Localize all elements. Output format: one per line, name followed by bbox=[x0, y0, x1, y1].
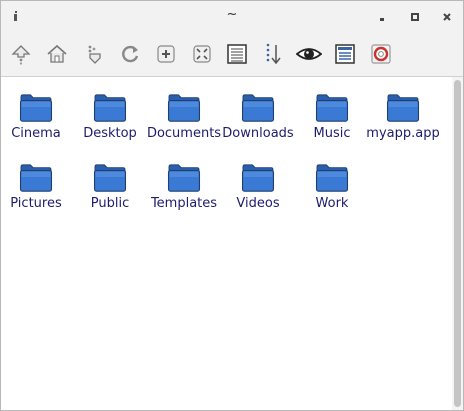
folder-icon bbox=[19, 94, 53, 122]
folder-item[interactable]: Videos bbox=[221, 147, 295, 211]
goto-button[interactable] bbox=[80, 40, 108, 68]
zoom-in-button[interactable] bbox=[152, 40, 180, 68]
folder-icon bbox=[386, 94, 420, 122]
folder-icon bbox=[315, 164, 349, 192]
folder-label: Templates bbox=[150, 196, 218, 211]
reload-icon bbox=[122, 45, 139, 63]
toolbar bbox=[1, 33, 463, 77]
file-manager-window: ~ Cinema Desktop Documents Downloads Mus… bbox=[0, 0, 464, 411]
show-hidden-button[interactable] bbox=[295, 40, 323, 68]
folder-icon bbox=[167, 164, 201, 192]
sort-icon bbox=[266, 43, 281, 65]
help-button[interactable] bbox=[367, 40, 395, 68]
folder-icon bbox=[241, 164, 275, 192]
folder-label: Work bbox=[315, 196, 349, 211]
home-button[interactable] bbox=[43, 40, 71, 68]
up-icon bbox=[11, 45, 31, 65]
home-icon bbox=[47, 44, 67, 63]
scrollbar-thumb[interactable] bbox=[454, 80, 461, 407]
folder-item[interactable]: Desktop bbox=[73, 77, 147, 141]
folder-item[interactable]: Public bbox=[73, 147, 147, 211]
folder-label: Pictures bbox=[10, 196, 62, 211]
up-button[interactable] bbox=[7, 40, 35, 68]
file-view[interactable]: Cinema Desktop Documents Downloads Music bbox=[1, 77, 463, 410]
zoom-fit-button[interactable] bbox=[188, 40, 216, 68]
folder-icon bbox=[315, 94, 349, 122]
folder-icon bbox=[241, 94, 275, 122]
folder-label: Videos bbox=[236, 196, 280, 211]
folder-label: Public bbox=[90, 196, 130, 211]
sort-button[interactable] bbox=[259, 40, 287, 68]
folder-icon bbox=[167, 94, 201, 122]
zoom-in-icon bbox=[157, 45, 175, 63]
folder-item[interactable]: Documents bbox=[147, 77, 221, 141]
folder-icon bbox=[93, 94, 127, 122]
details-icon bbox=[335, 44, 355, 64]
folder-icon bbox=[19, 164, 53, 192]
vertical-scrollbar[interactable] bbox=[452, 77, 463, 410]
folder-icon bbox=[93, 164, 127, 192]
folder-label: Cinema bbox=[11, 126, 61, 141]
details-view-button[interactable] bbox=[331, 40, 359, 68]
lifebuoy-icon bbox=[371, 44, 391, 64]
folder-label: Documents bbox=[146, 126, 222, 141]
go-icon bbox=[88, 45, 101, 64]
title-bar[interactable]: ~ bbox=[1, 1, 463, 33]
folder-label: Music bbox=[313, 126, 351, 141]
folder-label: Desktop bbox=[83, 126, 137, 141]
folder-item[interactable]: Downloads bbox=[221, 77, 295, 141]
close-button[interactable] bbox=[441, 11, 453, 23]
reload-button[interactable] bbox=[116, 40, 144, 68]
folder-item[interactable]: Music bbox=[295, 77, 369, 141]
zoom-fit-icon bbox=[193, 45, 211, 63]
folder-label: Downloads bbox=[222, 126, 294, 141]
folder-item[interactable]: myapp.app bbox=[365, 77, 441, 141]
folder-label: myapp.app bbox=[366, 126, 440, 141]
list-icon bbox=[227, 44, 247, 64]
maximize-button[interactable] bbox=[409, 11, 421, 23]
folder-item[interactable]: Cinema bbox=[1, 77, 73, 141]
window-title: ~ bbox=[226, 7, 238, 22]
folder-item[interactable]: Templates bbox=[147, 147, 221, 211]
view-list-button[interactable] bbox=[223, 40, 251, 68]
folder-item[interactable]: Pictures bbox=[1, 147, 73, 211]
folder-item[interactable]: Work bbox=[295, 147, 369, 211]
minimize-button[interactable] bbox=[376, 11, 388, 23]
eye-icon bbox=[296, 48, 322, 60]
